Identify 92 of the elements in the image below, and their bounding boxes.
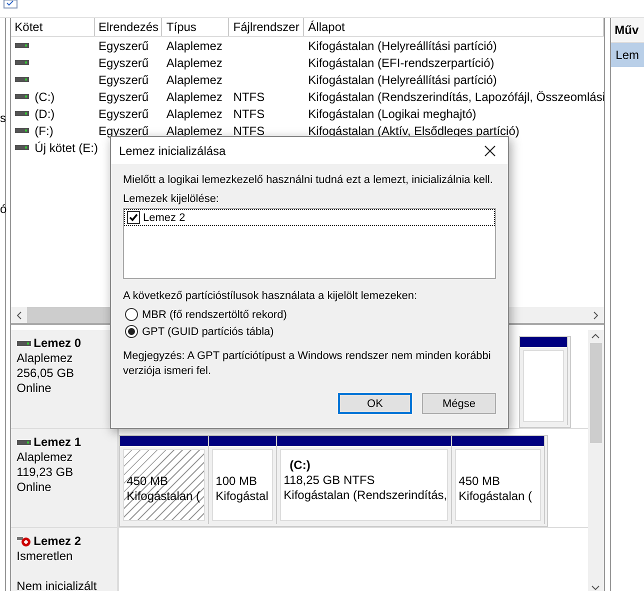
- table-cell: Alaplemez: [166, 38, 222, 52]
- disk-type: Ismeretlen: [16, 549, 74, 564]
- partition-text: Kifogástalan (: [126, 489, 201, 504]
- item-label: Lemez 2: [143, 212, 186, 224]
- table-cell: NTFS: [233, 90, 265, 104]
- partition-text: 100 MB: [216, 474, 258, 489]
- partition-block[interactable]: [520, 337, 568, 425]
- drive-icon: [16, 341, 31, 346]
- table-cell: Kifogástalan (Aktív, Elsődleges partíció): [308, 124, 520, 138]
- dialog-button[interactable]: Mégse: [422, 393, 496, 414]
- table-cell: Alaplemez: [166, 72, 222, 86]
- table-cell: Alaplemez: [166, 90, 222, 104]
- drive-icon: [14, 77, 29, 82]
- table-cell: NTFS: [233, 106, 265, 120]
- table-cell: (F:): [34, 124, 54, 138]
- cut-off-text: ó: [0, 202, 7, 216]
- disk-list-item[interactable]: Lemez 2: [125, 210, 494, 225]
- radio-option[interactable]: MBR (fő rendszertöltő rekord): [123, 306, 496, 323]
- scroll-left-icon[interactable]: [16, 310, 22, 320]
- column-header[interactable]: Fájlrendszer: [229, 18, 304, 36]
- radio-button[interactable]: [125, 325, 138, 338]
- table-cell: Egyszerű: [98, 106, 149, 120]
- drive-icon: [14, 128, 29, 133]
- partition-label: (C:): [290, 458, 312, 473]
- scroll-up-icon[interactable]: [591, 333, 600, 339]
- column-header[interactable]: Típus: [162, 18, 230, 36]
- scroll-down-icon[interactable]: [591, 585, 600, 591]
- disk-info-panel[interactable]: Lemez 2 Ismeretlen Nem inicializált: [10, 528, 119, 591]
- partition-text: 450 MB: [126, 474, 170, 489]
- partition-text: Kifogástal: [216, 489, 269, 504]
- partition-header-bar: [520, 337, 567, 347]
- scroll-right-icon[interactable]: [592, 310, 599, 320]
- table-cell: Alaplemez: [166, 106, 222, 120]
- style-label: A következő partícióstílusok használata a kijelölt lemezeken:: [123, 290, 418, 302]
- table-cell: (D:): [34, 106, 55, 120]
- table-cell: Egyszerű: [98, 124, 149, 138]
- partition-text: Kifogástalan (Rendszerindítás,: [284, 488, 444, 503]
- drive-icon: [16, 440, 31, 445]
- disk-type: Alaplemez: [16, 351, 74, 366]
- list-label: Lemezek kijelölése:: [123, 193, 220, 205]
- table-cell: Alaplemez: [166, 56, 222, 70]
- column-header[interactable]: Állapot: [304, 18, 604, 36]
- drive-icon: [14, 94, 29, 99]
- radio-button[interactable]: [125, 308, 138, 321]
- partition-text: Kifogástalan (: [458, 489, 534, 504]
- vertical-scrollbar[interactable]: [588, 330, 604, 591]
- table-cell: Egyszerű: [98, 38, 149, 52]
- table-cell: Egyszerű: [98, 90, 149, 104]
- table-cell: Egyszerű: [98, 56, 149, 70]
- scroll-thumb[interactable]: [590, 343, 602, 443]
- checkbox[interactable]: [127, 211, 140, 224]
- radio-label: GPT (GUID partíciós tábla): [142, 326, 274, 338]
- disk-name: Lemez 1: [34, 435, 82, 450]
- disk-status: Online: [16, 381, 52, 396]
- table-cell: Új kötet (E:): [34, 140, 98, 154]
- drive-icon: [14, 43, 29, 48]
- disk-list[interactable]: Lemez 2: [123, 208, 496, 279]
- cut-off-text: s: [0, 111, 6, 125]
- table-cell: Kifogástalan (Helyreállítási partíció): [308, 72, 497, 86]
- table-cell: (C:): [34, 90, 55, 104]
- disk-name: Lemez 0: [34, 336, 82, 351]
- column-header[interactable]: Kötet: [10, 18, 95, 36]
- disk-info-panel[interactable]: Lemez 1 Alaplemez 119,23 GB Online: [10, 429, 119, 527]
- table-cell: Kifogástalan (Logikai meghajtó): [308, 106, 476, 120]
- disk-size: 256,05 GB: [16, 366, 76, 381]
- drive-icon: [14, 60, 29, 65]
- panel-title: Műv: [610, 18, 644, 43]
- disk-status: Online: [16, 480, 52, 495]
- table-cell: Kifogástalan (EFI-rendszerpartíció): [308, 56, 494, 70]
- drive-icon: [14, 111, 29, 116]
- dialog-title: Lemez inicializálása: [119, 144, 226, 158]
- disk-status: Nem inicializált: [16, 579, 98, 591]
- disk-type: Alaplemez: [16, 450, 74, 465]
- action-item[interactable]: Lem: [610, 43, 644, 67]
- disk-size: 119,23 GB: [16, 465, 74, 480]
- disk-name: Lemez 2: [34, 534, 82, 549]
- intro-text: Mielőtt a logikai lemezkezelő használni tudná ezt a lemezt, inicializálnia kell.: [123, 174, 494, 186]
- error-icon: [16, 536, 31, 547]
- partition-text: 450 MB: [458, 474, 502, 489]
- column-header[interactable]: Elrendezés: [94, 18, 162, 36]
- note-text: Megjegyzés: A GPT partíciótípust a Windows rendszer nem minden korábbi verziója ismeri fel.: [123, 349, 492, 379]
- table-cell: Kifogástalan (Helyreállítási partíció): [308, 38, 497, 52]
- radio-label: MBR (fő rendszertöltő rekord): [142, 308, 287, 320]
- dialog-button[interactable]: OK: [338, 393, 412, 414]
- drive-icon: [14, 145, 29, 150]
- close-icon[interactable]: [484, 144, 496, 156]
- properties-icon[interactable]: [3, 0, 19, 9]
- radio-option[interactable]: GPT (GUID partíciós tábla): [123, 323, 496, 340]
- table-cell: Egyszerű: [98, 72, 149, 86]
- table-cell: NTFS: [233, 124, 265, 138]
- table-cell: Alaplemez: [166, 124, 222, 138]
- partition-text: 118,25 GB NTFS: [284, 473, 376, 488]
